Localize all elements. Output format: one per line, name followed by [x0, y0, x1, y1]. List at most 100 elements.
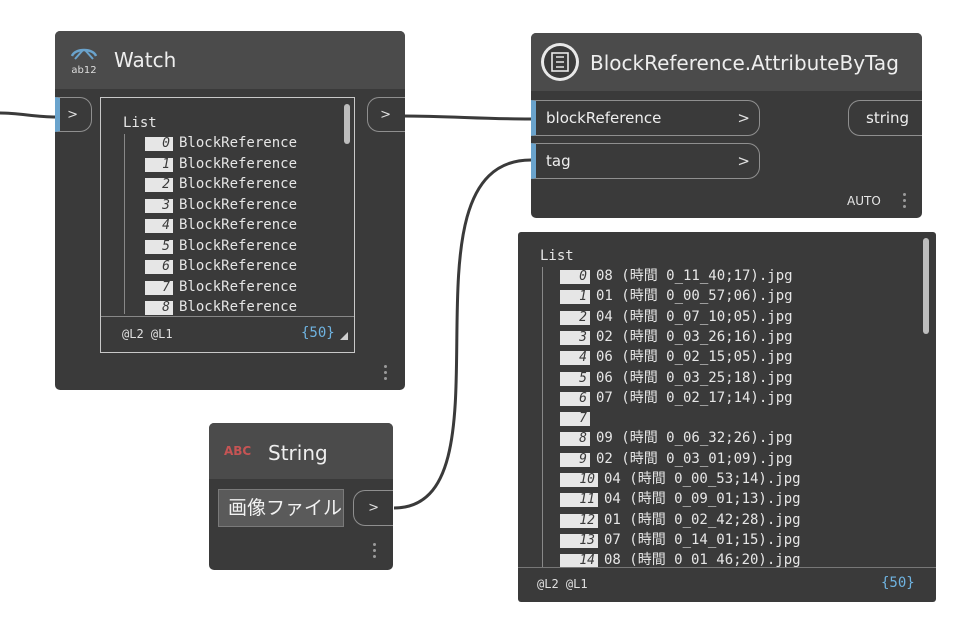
list-item: 6 BlockReference	[145, 256, 297, 276]
list-item: 1 01 (時間 0_00_57;06).jpg	[560, 286, 793, 306]
string-node[interactable]: ABC String 画像ファイル >	[209, 423, 393, 570]
lacing-label[interactable]: AUTO	[847, 194, 881, 208]
list-item: 4 06 (時間 0_02_15;05).jpg	[560, 347, 793, 367]
input-port-tag[interactable]: tag >	[531, 143, 760, 179]
list-item-value: BlockReference	[179, 299, 298, 315]
watch-node-header[interactable]	[55, 31, 405, 89]
list-index-label: 1	[560, 290, 590, 305]
preview-count-label: {50}	[881, 575, 915, 591]
list-item: 9 02 (時間 0_03_01;09).jpg	[560, 449, 793, 469]
chevron-right-icon: >	[380, 107, 391, 122]
list-index-label: 8	[560, 432, 590, 447]
input-port-blockreference[interactable]: blockReference >	[531, 100, 760, 136]
watch-node[interactable]: ab12 Watch > > List 0 BlockReference 1 Bloc…	[55, 31, 405, 390]
list-item: 6 07 (時間 0_02_17;14).jpg	[560, 388, 793, 408]
list-item-value: BlockReference	[179, 278, 298, 295]
list-item-value: 08 (時間 0_01_46;20).jpg	[604, 552, 801, 569]
string-output-port[interactable]: >	[353, 490, 393, 526]
watch-output-port[interactable]: >	[367, 97, 405, 132]
list-item-value: 01 (時間 0_02_42;28).jpg	[604, 511, 801, 528]
list-index-label: 12	[560, 513, 598, 528]
list-item-value: 04 (時間 0_07_10;05).jpg	[596, 308, 793, 325]
attribute-by-tag-title: BlockReference.AttributeByTag	[590, 51, 899, 75]
divider	[518, 567, 936, 568]
list-index-label: 10	[560, 473, 598, 487]
list-index-label: 5	[145, 239, 173, 254]
list-item-value: 07 (時間 0_02_17;14).jpg	[596, 389, 793, 406]
chevron-right-icon: >	[67, 107, 78, 122]
list-item: 8 BlockReference	[145, 297, 297, 317]
more-options-icon[interactable]	[373, 543, 377, 561]
string-type-icon: ABC	[224, 444, 252, 458]
list-index-label: 5	[560, 371, 590, 386]
list-item-value: BlockReference	[179, 176, 298, 192]
preview-levels-label[interactable]: @L2 @L1	[537, 577, 588, 591]
list-index-label: 1	[145, 157, 173, 172]
more-options-icon[interactable]	[384, 365, 388, 383]
list-item: 0 BlockReference	[145, 133, 297, 153]
list-item-value: 08 (時間 0_11_40;17).jpg	[596, 268, 793, 284]
list-item-value: 04 (時間 0_00_53;14).jpg	[604, 471, 801, 487]
watch-levels-label[interactable]: @L2 @L1	[122, 327, 173, 341]
list-index-label: 8	[145, 301, 173, 315]
list-item: 5 BlockReference	[145, 236, 297, 256]
divider	[101, 316, 354, 317]
list-item: 2 BlockReference	[145, 174, 297, 194]
watch-list-header: List	[123, 115, 157, 131]
preview-scrollbar[interactable]	[923, 238, 929, 334]
list-index-label: 0	[145, 137, 173, 151]
node-function-icon	[539, 41, 581, 83]
list-index-label: 4	[145, 219, 173, 233]
watch-icon: ab12	[69, 45, 99, 76]
list-item: 13 07 (時間 0_14_01;15).jpg	[560, 530, 801, 550]
tree-line	[542, 267, 543, 567]
chevron-right-icon: >	[737, 109, 750, 127]
list-item-value: 02 (時間 0_03_01;09).jpg	[596, 450, 793, 467]
list-item: 7 BlockReference	[145, 277, 297, 297]
list-index-label: 9	[560, 452, 590, 467]
list-index-label: 4	[560, 351, 590, 366]
svg-text:ab12: ab12	[71, 65, 96, 75]
list-item-value: 02 (時間 0_03_26;16).jpg	[596, 328, 793, 345]
list-index-label: 7	[560, 412, 590, 427]
list-item: 10 04 (時間 0_00_53;14).jpg	[560, 469, 801, 489]
list-item-value: 06 (時間 0_03_25;18).jpg	[596, 369, 793, 386]
list-item: 1 BlockReference	[145, 154, 297, 174]
list-index-label: 7	[145, 280, 173, 295]
list-item: 12 01 (時間 0_02_42;28).jpg	[560, 510, 801, 530]
list-item: 3 BlockReference	[145, 195, 297, 215]
list-item: 2 04 (時間 0_07_10;05).jpg	[560, 307, 793, 327]
attribute-by-tag-node[interactable]: BlockReference.AttributeByTag blockRefer…	[531, 33, 922, 218]
string-value-input[interactable]: 画像ファイル	[218, 489, 344, 527]
list-index-label: 3	[560, 330, 590, 345]
chevron-right-icon: >	[737, 152, 750, 170]
input-port-label: tag	[546, 152, 571, 170]
more-options-icon[interactable]	[903, 193, 907, 211]
watch-preview-box[interactable]: List 0 BlockReference 1 BlockReference 2 Bloc…	[100, 97, 355, 353]
list-item: 8 09 (時間 0_06_32;26).jpg	[560, 428, 793, 448]
list-index-label: 2	[560, 310, 590, 325]
list-item: 0 08 (時間 0_11_40;17).jpg	[560, 266, 793, 286]
input-port-label: blockReference	[546, 109, 662, 127]
list-index-label: 6	[560, 391, 590, 406]
list-index-label: 2	[145, 178, 173, 192]
tree-line	[124, 134, 125, 314]
wire-watch-to-blockreference[interactable]	[401, 114, 532, 121]
wire-input-to-watch[interactable]	[0, 111, 57, 119]
string-node-title: String	[268, 441, 328, 465]
list-index-label: 3	[145, 198, 173, 213]
list-item-value: 04 (時間 0_09_01;13).jpg	[604, 491, 801, 508]
list-item: 11 04 (時間 0_09_01;13).jpg	[560, 489, 801, 509]
list-item-value: BlockReference	[179, 237, 298, 254]
watch-scrollbar[interactable]	[344, 104, 350, 144]
list-item-value: BlockReference	[179, 196, 298, 213]
wire-string-to-tag[interactable]	[393, 158, 532, 510]
output-port-string[interactable]: string	[848, 100, 922, 136]
list-item: 7	[560, 408, 596, 428]
watch-input-port[interactable]: >	[55, 97, 92, 132]
output-preview-bubble[interactable]: List 0 08 (時間 0_11_40;17).jpg 1 01 (時間 0_00…	[518, 232, 936, 602]
list-item-value: 07 (時間 0_14_01;15).jpg	[604, 531, 801, 548]
resize-grip-icon[interactable]	[340, 332, 348, 340]
list-index-label: 0	[560, 270, 590, 284]
list-item-value: BlockReference	[179, 217, 298, 233]
